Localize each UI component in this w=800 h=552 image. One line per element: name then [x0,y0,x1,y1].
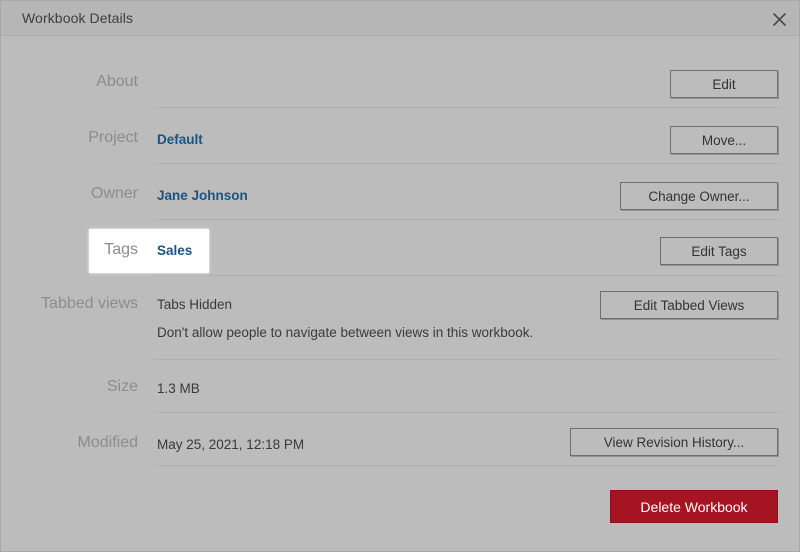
change-owner-button[interactable]: Change Owner... [620,182,778,210]
close-icon[interactable] [765,5,793,33]
tabbed-views-label: Tabbed views [41,295,138,312]
edit-tags-button[interactable]: Edit Tags [660,237,778,265]
edit-tabbed-views-button[interactable]: Edit Tabbed Views [600,291,778,319]
dialog-title: Workbook Details [22,10,134,26]
modified-label: Modified [77,434,138,451]
workbook-details-dialog: Workbook Details About Edit Project Defa… [0,0,800,552]
delete-workbook-button[interactable]: Delete Workbook [610,490,778,523]
dialog-body: About Edit Project Default Move... Owner… [1,37,799,551]
edit-button[interactable]: Edit [670,70,778,98]
tags-value-link[interactable]: Sales [157,243,192,258]
dialog-titlebar: Workbook Details [1,1,799,36]
modified-value: May 25, 2021, 12:18 PM [157,437,305,452]
size-label: Size [106,378,138,395]
separator [154,359,780,360]
owner-link[interactable]: Jane Johnson [157,188,248,203]
separator [154,163,780,164]
view-revision-history-button[interactable]: View Revision History... [570,428,778,456]
tags-highlight: Tags Sales [89,229,209,273]
tabbed-views-description: Don't allow people to navigate between v… [157,325,534,340]
tags-label: Tags [104,241,138,258]
separator [154,465,780,466]
separator [154,219,780,220]
separator [154,107,780,108]
tabbed-views-value: Tabs Hidden [157,297,233,312]
about-label: About [96,73,138,90]
owner-label: Owner [90,185,138,202]
size-value: 1.3 MB [157,381,200,396]
project-label: Project [88,129,138,146]
move-button[interactable]: Move... [670,126,778,154]
separator [154,412,780,413]
project-link[interactable]: Default [157,132,203,147]
separator [154,275,780,276]
